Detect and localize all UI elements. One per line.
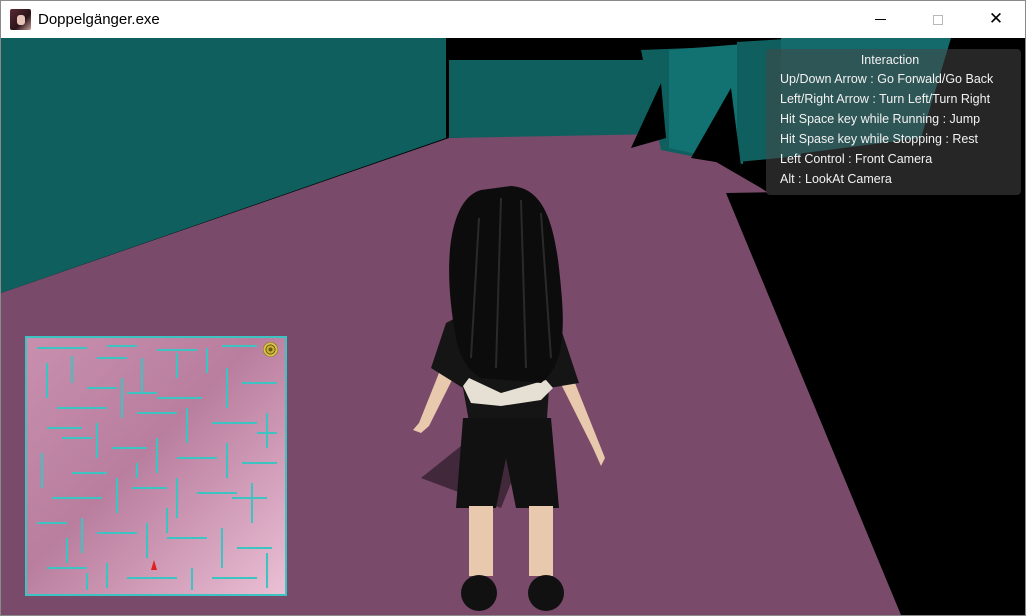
close-icon: ✕: [988, 9, 1004, 29]
maze-walls: [37, 345, 277, 590]
app-icon: [10, 9, 31, 30]
help-line-turn: Left/Right Arrow : Turn Left/Turn Right: [780, 92, 991, 106]
help-panel-title: Interaction: [860, 53, 920, 67]
minimize-icon: [874, 19, 886, 20]
game-viewport[interactable]: Interaction Up/Down Arrow : Go Forwald/G…: [1, 38, 1025, 615]
help-line-front-camera: Left Control : Front Camera: [780, 152, 933, 166]
maximize-button[interactable]: [909, 1, 967, 38]
help-line-jump: Hit Space key while Running : Jump: [780, 112, 981, 126]
help-line-rest: Hit Spase key while Stopping : Rest: [780, 132, 979, 146]
minimize-button[interactable]: [851, 1, 909, 38]
far-wall: [449, 60, 663, 138]
help-line-move: Up/Down Arrow : Go Forwald/Go Back: [780, 72, 994, 86]
close-button[interactable]: ✕: [967, 1, 1025, 38]
goal-spiral-icon: [263, 342, 278, 357]
maze-minimap: [25, 336, 287, 596]
player-marker-icon: [151, 560, 157, 570]
interaction-help-panel: Interaction Up/Down Arrow : Go Forwald/G…: [766, 49, 1021, 195]
maximize-icon: [933, 14, 943, 25]
window-title: Doppelgänger.exe: [38, 11, 160, 28]
help-line-lookat-camera: Alt : LookAt Camera: [780, 172, 892, 186]
title-bar[interactable]: Doppelgänger.exe ✕: [1, 1, 1025, 38]
game-window: Doppelgänger.exe ✕ Interaction Up/Down A…: [0, 0, 1026, 616]
